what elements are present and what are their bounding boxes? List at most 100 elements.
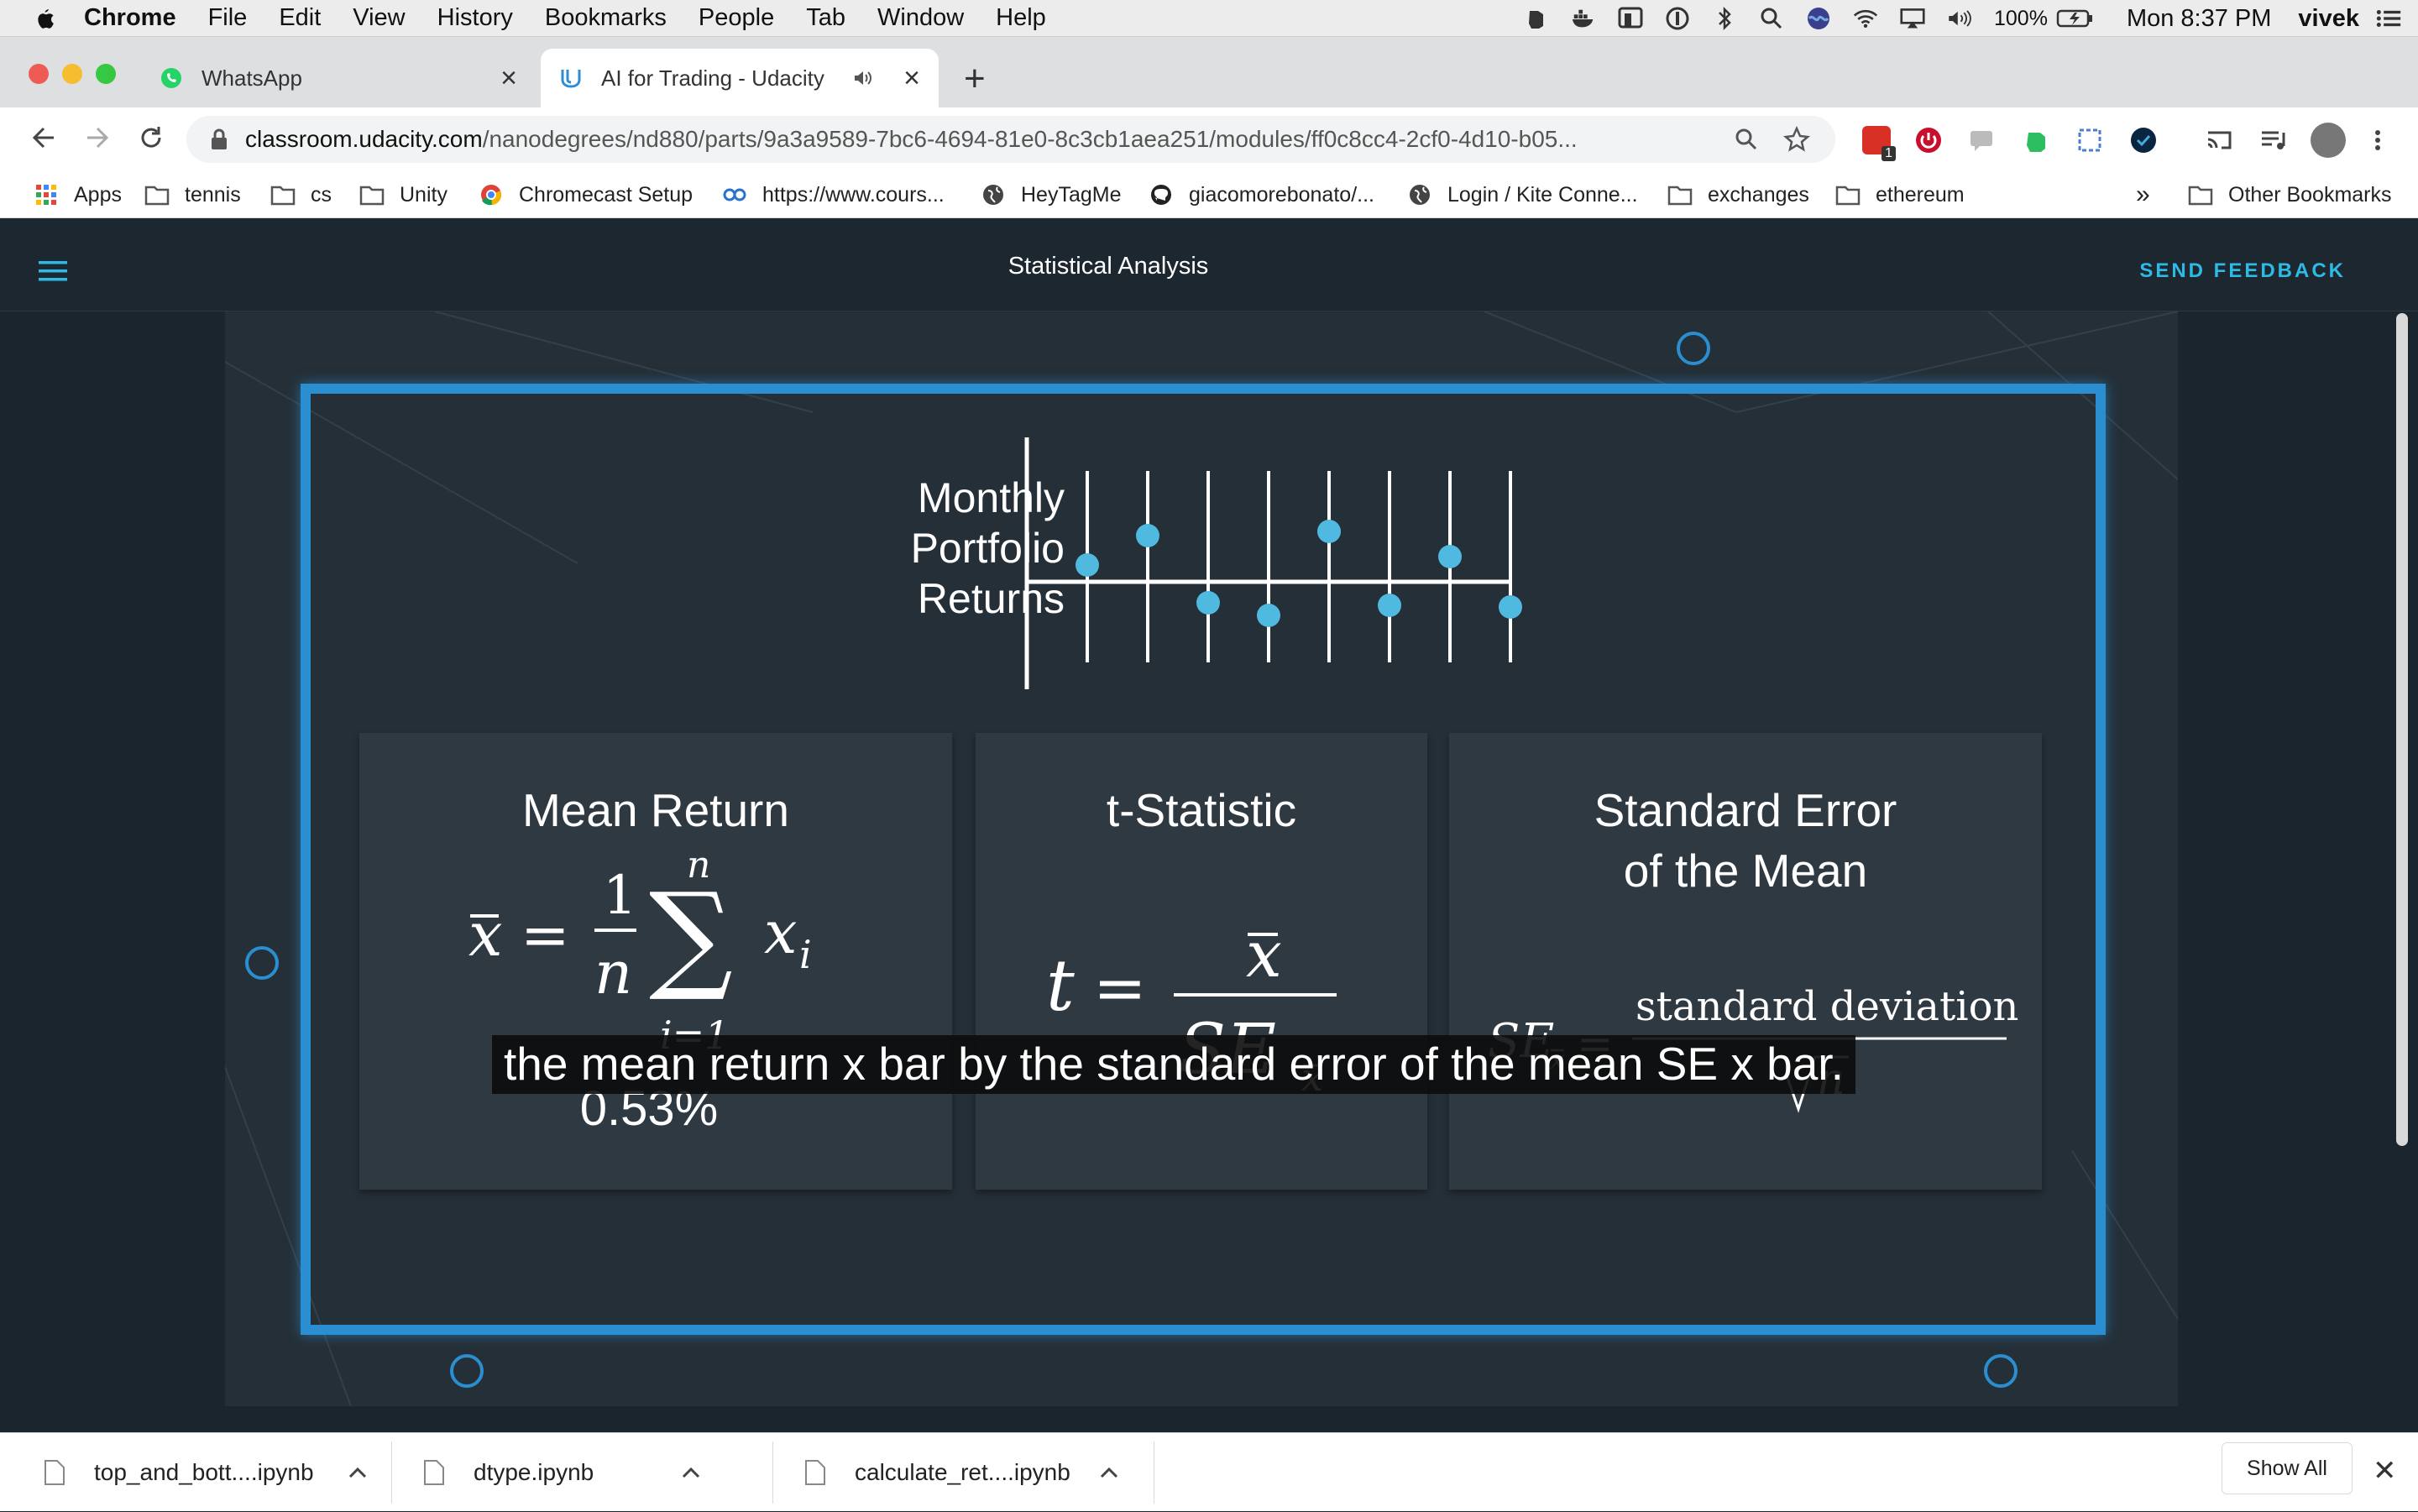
tab-close-icon[interactable]: × — [903, 62, 920, 95]
menu-file[interactable]: File — [208, 4, 248, 32]
media-controls-icon[interactable] — [2258, 126, 2287, 154]
url-path: /nanodegrees/nd880/parts/9a3a9589-7bc6-4… — [482, 126, 1578, 152]
svg-text:1: 1 — [603, 865, 637, 927]
battery-icon[interactable] — [2056, 6, 2093, 31]
menu-window[interactable]: Window — [877, 4, 964, 32]
docker-status-icon[interactable] — [1571, 6, 1596, 31]
download-item[interactable]: top_and_bott....ipynb — [44, 1433, 368, 1512]
bluetooth-icon[interactable] — [1712, 6, 1737, 31]
page-scrollbar[interactable] — [2396, 313, 2408, 1146]
menu-tab[interactable]: Tab — [806, 4, 845, 32]
send-feedback-link[interactable]: SEND FEEDBACK — [2139, 259, 2346, 283]
volume-icon[interactable] — [1947, 6, 1972, 31]
menubar-clock[interactable]: Mon 8:37 PM — [2127, 5, 2271, 33]
file-icon — [805, 1460, 825, 1485]
bookmark-heytagme[interactable]: HeyTagMe — [981, 171, 1122, 218]
chat-extension-icon[interactable] — [1968, 126, 1997, 154]
menu-history[interactable]: History — [437, 4, 513, 32]
panel-title: Standard Error — [1594, 784, 1897, 836]
bookmark-kite-login[interactable]: Login / Kite Conne... — [1407, 171, 1638, 218]
new-tab-button[interactable]: + — [964, 60, 986, 97]
whatsapp-icon — [161, 68, 181, 88]
svg-text:x: x — [1246, 918, 1282, 991]
profile-avatar[interactable] — [2311, 123, 2346, 158]
bookmark-chromecast-setup[interactable]: Chromecast Setup — [479, 171, 693, 218]
chart-return-point — [1499, 595, 1522, 619]
bookmark-github[interactable]: giacomorebonato/... — [1149, 171, 1374, 218]
tab-whatsapp[interactable]: WhatsApp × — [148, 49, 536, 107]
back-arrow-icon[interactable] — [29, 123, 59, 153]
wifi-icon[interactable] — [1853, 6, 1878, 31]
svg-text:=: = — [521, 901, 570, 970]
chart-return-point — [1438, 545, 1462, 568]
bookmark-folder-unity[interactable]: Unity — [359, 171, 447, 218]
bookmark-star-icon[interactable] — [1783, 126, 1810, 153]
evernote-extension-icon[interactable] — [2022, 126, 2050, 154]
chart-return-point — [1378, 594, 1401, 617]
svg-text:t: t — [1046, 944, 1075, 1027]
window-minimize-button[interactable] — [62, 64, 82, 84]
bookmark-folder-tennis[interactable]: tennis — [144, 171, 241, 218]
apple-icon[interactable] — [32, 6, 57, 31]
menu-view[interactable]: View — [353, 4, 405, 32]
bookmark-folder-cs[interactable]: cs — [270, 171, 332, 218]
power-extension-icon[interactable] — [1914, 126, 1943, 154]
menubar-user[interactable]: vivek — [2298, 5, 2359, 33]
menu-app-name[interactable]: Chrome — [84, 4, 176, 32]
close-shelf-icon[interactable]: ✕ — [2373, 1454, 2397, 1488]
download-item[interactable]: dtype.ipynb — [423, 1433, 701, 1512]
todoist-extension-icon[interactable]: 1 — [1862, 126, 1896, 161]
apps-grid-icon — [36, 185, 56, 205]
show-all-downloads-button[interactable]: Show All — [2222, 1442, 2353, 1494]
reload-icon[interactable] — [136, 123, 166, 153]
bookmark-folder-other[interactable]: Other Bookmarks — [2188, 171, 2392, 218]
bookmark-folder-ethereum[interactable]: ethereum — [1835, 171, 1965, 218]
bookmark-folder-exchanges[interactable]: exchanges — [1667, 171, 1809, 218]
tab-close-icon[interactable]: × — [500, 62, 517, 95]
coursera-icon — [723, 188, 746, 201]
screenshot-extension-icon[interactable] — [2075, 126, 2104, 154]
bookmarks-overflow-chevron[interactable]: » — [2136, 171, 2150, 218]
menu-bookmarks[interactable]: Bookmarks — [545, 4, 667, 32]
page-title: Statistical Analysis — [1008, 253, 1209, 280]
globe-icon — [1410, 185, 1430, 205]
standard-error-panel: Standard Error of the Mean SE x = standa… — [1449, 733, 2042, 1190]
siri-icon[interactable] — [1806, 6, 1831, 31]
window-zoom-button[interactable] — [96, 64, 116, 84]
airplay-icon[interactable] — [1900, 6, 1925, 31]
window-close-button[interactable] — [29, 64, 49, 84]
bookmark-coursera[interactable]: https://www.cours... — [722, 171, 945, 218]
svg-text:∑: ∑ — [649, 868, 733, 1005]
tab-udacity[interactable]: AI for Trading - Udacity × — [541, 49, 939, 107]
url-host: classroom.udacity.com — [245, 126, 483, 152]
download-separator — [772, 1441, 773, 1504]
menu-help[interactable]: Help — [996, 4, 1046, 32]
menu-edit[interactable]: Edit — [279, 4, 321, 32]
evernote-status-icon[interactable] — [1524, 6, 1549, 31]
chevron-up-icon[interactable] — [681, 1466, 701, 1479]
udacity-icon — [561, 70, 581, 88]
chart-return-point — [1257, 604, 1280, 627]
bookmark-apps[interactable]: Apps — [34, 171, 122, 218]
chevron-up-icon[interactable] — [348, 1466, 368, 1479]
svg-text:x: x — [764, 898, 797, 967]
address-bar[interactable]: classroom.udacity.com/nanodegrees/nd880/… — [186, 116, 1835, 163]
forward-arrow-icon[interactable] — [82, 123, 113, 153]
notification-center-icon[interactable] — [2376, 6, 2401, 31]
cast-extension-icon[interactable] — [2205, 126, 2233, 154]
zoom-icon[interactable] — [1735, 128, 1758, 151]
spotlight-search-icon[interactable] — [1759, 6, 1784, 31]
chrome-menu-icon[interactable] — [2369, 126, 2386, 154]
bookmark-label: https://www.cours... — [762, 182, 945, 207]
menu-people[interactable]: People — [699, 4, 774, 32]
lock-icon[interactable] — [210, 128, 228, 150]
cast-status-icon[interactable] — [1618, 6, 1643, 31]
download-item[interactable]: calculate_ret....ipynb — [804, 1433, 1119, 1512]
tab-audio-icon[interactable] — [853, 70, 873, 86]
svg-text:n: n — [594, 939, 632, 1007]
video-player[interactable]: Monthly Portfolio Returns Mean Return x … — [225, 311, 2178, 1406]
bookmark-label: HeyTagMe — [1021, 182, 1122, 207]
metamask-extension-icon[interactable] — [2129, 126, 2158, 154]
onepassword-status-icon[interactable] — [1665, 6, 1690, 31]
chevron-up-icon[interactable] — [1099, 1466, 1119, 1479]
